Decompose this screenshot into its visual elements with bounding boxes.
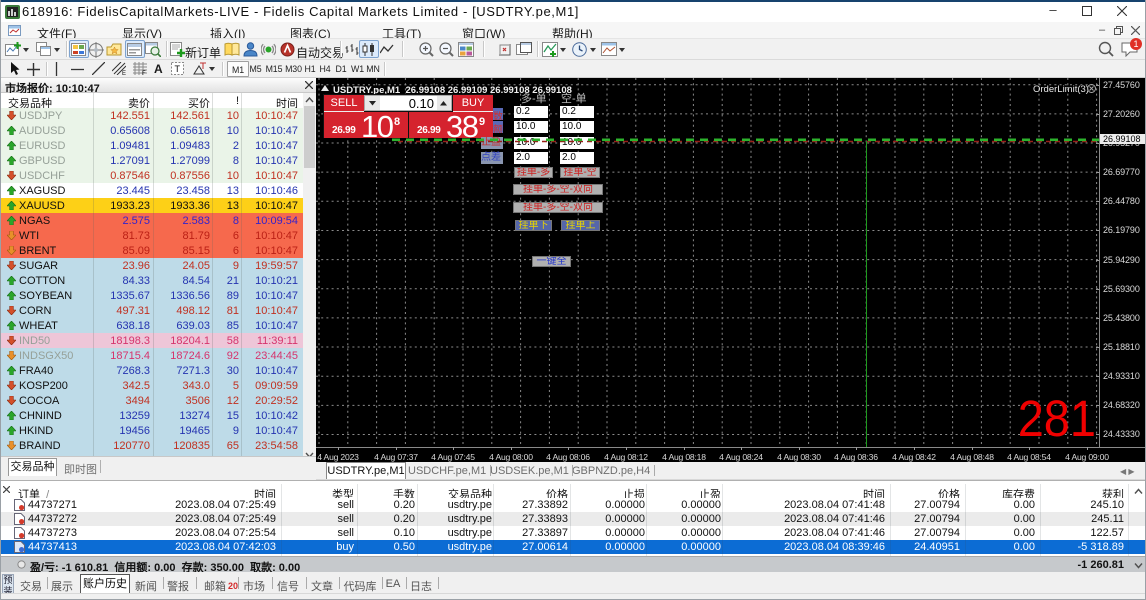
svg-text:E: E [122,71,126,75]
svg-text:T: T [175,64,181,74]
svg-text:F: F [142,71,146,75]
